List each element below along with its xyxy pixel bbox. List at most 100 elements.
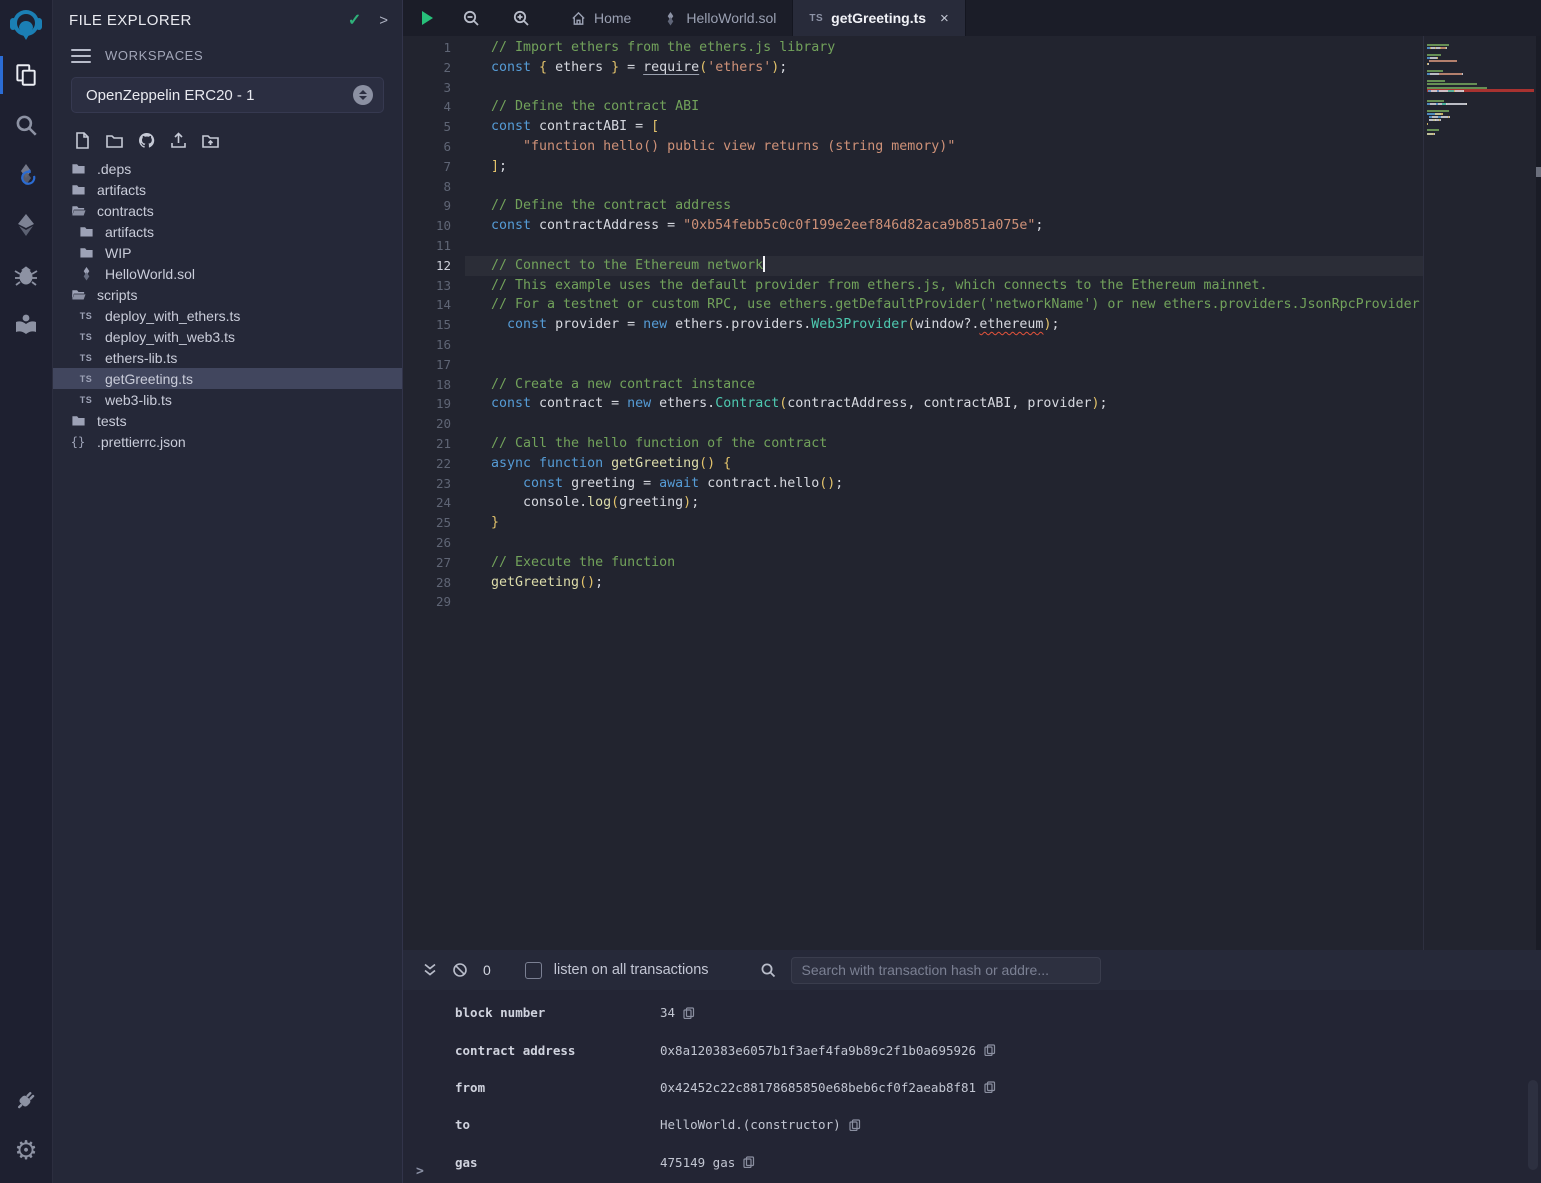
tree-item-getgreeting-ts[interactable]: TSgetGreeting.ts	[53, 368, 402, 389]
code-line-20[interactable]	[491, 414, 1423, 434]
terminal-header: 0 listen on all transactions	[403, 950, 1541, 990]
code-line-17[interactable]	[491, 355, 1423, 375]
new-file-icon[interactable]	[73, 131, 92, 150]
tree-item-deploy-with-ethers-ts[interactable]: TSdeploy_with_ethers.ts	[53, 305, 402, 326]
copy-icon[interactable]	[683, 1007, 695, 1019]
tree-item-scripts[interactable]: scripts	[53, 284, 402, 305]
code-line-7[interactable]: ];	[491, 157, 1423, 177]
code-line-12[interactable]: // Connect to the Ethereum network	[465, 256, 1423, 276]
code-line-27[interactable]: // Execute the function	[491, 553, 1423, 573]
terminal-collapse-icon[interactable]	[415, 962, 445, 978]
code-line-22[interactable]: async function getGreeting() {	[491, 454, 1423, 474]
tx-label: contract address	[455, 1043, 660, 1058]
code-line-11[interactable]	[491, 236, 1423, 256]
code-content[interactable]: // Import ethers from the ethers.js libr…	[465, 36, 1423, 950]
plugin-manager-icon[interactable]	[0, 1077, 53, 1123]
ts-icon: TS	[77, 395, 95, 405]
code-line-29[interactable]	[491, 592, 1423, 612]
listen-all-checkbox[interactable]	[525, 962, 542, 979]
code-line-28[interactable]: getGreeting();	[491, 573, 1423, 593]
workspace-stepper-icon[interactable]	[353, 85, 373, 105]
tree-item--deps[interactable]: .deps	[53, 158, 402, 179]
zoom-out-button[interactable]	[453, 0, 489, 36]
code-line-19[interactable]: const contract = new ethers.Contract(con…	[491, 394, 1423, 414]
code-line-25[interactable]: }	[491, 513, 1423, 533]
tx-label: block number	[455, 1005, 660, 1020]
tx-value: 0x42452c22c88178685850e68beb6cf0f2aeab8f…	[660, 1080, 976, 1095]
code-line-9[interactable]: // Define the contract address	[491, 196, 1423, 216]
settings-icon[interactable]: ⚙	[0, 1127, 53, 1173]
learneth-icon[interactable]	[0, 302, 53, 348]
code-line-21[interactable]: // Call the hello function of the contra…	[491, 434, 1423, 454]
tree-item-contracts[interactable]: contracts	[53, 200, 402, 221]
code-line-2[interactable]: const { ethers } = require('ethers');	[491, 58, 1423, 78]
tree-item-artifacts[interactable]: artifacts	[53, 221, 402, 242]
tab-home[interactable]: Home	[555, 0, 647, 36]
file-explorer-icon[interactable]	[0, 52, 53, 98]
upload-folder-icon[interactable]	[201, 131, 220, 150]
terminal-scrollbar-thumb[interactable]	[1528, 1080, 1538, 1170]
terminal-prompt[interactable]: >	[416, 1164, 424, 1179]
minimap[interactable]	[1423, 36, 1536, 950]
code-line-24[interactable]: console.log(greeting);	[491, 493, 1423, 513]
zoom-in-button[interactable]	[503, 0, 539, 36]
tree-item-label: scripts	[97, 287, 137, 303]
tree-item-wip[interactable]: WIP	[53, 242, 402, 263]
panel-chevron-icon[interactable]: >	[379, 12, 388, 29]
code-line-5[interactable]: const contractABI = [	[491, 117, 1423, 137]
code-line-13[interactable]: // This example uses the default provide…	[491, 276, 1423, 296]
code-line-6[interactable]: "function hello() public view returns (s…	[491, 137, 1423, 157]
code-line-14[interactable]: // For a testnet or custom RPC, use ethe…	[491, 295, 1423, 315]
copy-icon[interactable]	[849, 1119, 861, 1131]
folder-icon	[69, 182, 87, 197]
copy-icon[interactable]	[743, 1156, 755, 1168]
panel-title: FILE EXPLORER	[69, 12, 192, 29]
tree-item-ethers-lib-ts[interactable]: TSethers-lib.ts	[53, 347, 402, 368]
home-icon	[571, 11, 586, 26]
code-line-16[interactable]	[491, 335, 1423, 355]
editor-scrollbar-thumb[interactable]	[1536, 167, 1541, 177]
deploy-run-icon[interactable]	[0, 202, 53, 248]
code-line-10[interactable]: const contractAddress = "0xb54febb5c0c0f…	[491, 216, 1423, 236]
code-line-23[interactable]: const greeting = await contract.hello();	[491, 474, 1423, 494]
code-line-18[interactable]: // Create a new contract instance	[491, 375, 1423, 395]
code-line-3[interactable]	[491, 78, 1423, 98]
terminal-search-input[interactable]	[791, 957, 1101, 984]
new-folder-icon[interactable]	[105, 131, 124, 150]
line-numbers: 1234567891011121314151617181920212223242…	[403, 36, 465, 950]
file-toolbar	[53, 113, 402, 158]
terminal-clear-icon[interactable]	[445, 962, 475, 978]
tree-item-deploy-with-web3-ts[interactable]: TSdeploy_with_web3.ts	[53, 326, 402, 347]
workspace-menu-icon[interactable]	[71, 49, 91, 63]
code-line-15[interactable]: const provider = new ethers.providers.We…	[491, 315, 1423, 335]
github-icon[interactable]	[137, 131, 156, 150]
code-line-26[interactable]	[491, 533, 1423, 553]
workspace-select[interactable]: OpenZeppelin ERC20 - 1	[71, 77, 384, 113]
code-line-1[interactable]: // Import ethers from the ethers.js libr…	[491, 38, 1423, 58]
tree-item-helloworld-sol[interactable]: HelloWorld.sol	[53, 263, 402, 284]
tab-getgreeting-ts[interactable]: TS getGreeting.ts ×	[792, 0, 965, 36]
tx-row-gas: gas475149 gas	[403, 1144, 1541, 1181]
tree-item-web3-lib-ts[interactable]: TSweb3-lib.ts	[53, 389, 402, 410]
code-line-4[interactable]: // Define the contract ABI	[491, 97, 1423, 117]
tree-item-tests[interactable]: tests	[53, 410, 402, 431]
search-icon[interactable]	[0, 102, 53, 148]
terminal-log: block number34contract address0x8a120383…	[403, 990, 1541, 1183]
upload-file-icon[interactable]	[169, 131, 188, 150]
copy-icon[interactable]	[984, 1081, 996, 1093]
run-script-button[interactable]	[409, 0, 445, 36]
close-tab-icon[interactable]: ×	[940, 10, 949, 27]
tree-item--prettierrc-json[interactable]: {}.prettierrc.json	[53, 431, 402, 452]
workspaces-label: WORKSPACES	[105, 48, 203, 63]
editor-scrollbar[interactable]	[1536, 36, 1541, 950]
debugger-icon[interactable]	[0, 252, 53, 298]
copy-icon[interactable]	[984, 1044, 996, 1056]
remix-logo-icon[interactable]	[4, 4, 48, 48]
tree-item-artifacts[interactable]: artifacts	[53, 179, 402, 200]
tab-helloworld-sol[interactable]: HelloWorld.sol	[647, 0, 792, 36]
solidity-compiler-icon[interactable]	[0, 152, 53, 198]
tx-value: HelloWorld.(constructor)	[660, 1117, 841, 1132]
file-explorer-panel: FILE EXPLORER ✓ > WORKSPACES OpenZeppeli…	[53, 0, 403, 1183]
code-editor[interactable]: 1234567891011121314151617181920212223242…	[403, 36, 1541, 950]
code-line-8[interactable]	[491, 177, 1423, 197]
